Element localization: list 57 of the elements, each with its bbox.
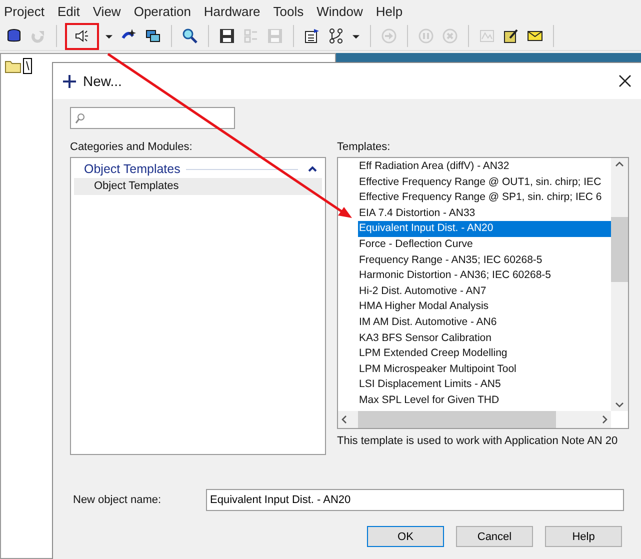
menu-item[interactable]: Operation	[134, 4, 197, 18]
object-name-label: New object name:	[73, 494, 162, 506]
template-item[interactable]: Force - Deflection Curve	[358, 236, 611, 253]
template-item[interactable]: IM AM Dist. Automotive - AN6	[358, 314, 611, 331]
template-item[interactable]: Hi-2 Dist. Automotive - AN7	[358, 284, 611, 300]
menu-item[interactable]: Hardware	[204, 4, 266, 18]
scroll-up-icon[interactable]	[615, 161, 624, 167]
template-item[interactable]: Eff Radiation Area (diffV) - AN32	[358, 159, 611, 175]
collapse-caret-icon[interactable]	[308, 166, 317, 172]
template-item[interactable]: Frequency Range - AN35; IEC 60268-5	[358, 252, 611, 268]
folder-icon	[5, 60, 21, 72]
object-name-field[interactable]: Equivalent Input Dist. - AN20	[206, 489, 624, 511]
dialog-button[interactable]: OK	[367, 526, 444, 547]
dialog-button[interactable]: Help	[545, 526, 622, 547]
menu-item[interactable]: Tools	[273, 4, 310, 18]
scroll-down-icon[interactable]	[615, 402, 624, 408]
search-icon[interactable]	[182, 28, 198, 44]
speaker-icon[interactable]	[74, 28, 90, 44]
database-icon[interactable]	[6, 28, 22, 44]
dialog-button[interactable]: Cancel	[456, 526, 533, 547]
scroll-left-icon[interactable]	[341, 415, 347, 424]
template-item[interactable]: KA3 BFS Sensor Calibration	[358, 330, 611, 346]
template-item[interactable]: Harmonic Distortion - AN36; IEC 60268-5	[358, 268, 611, 284]
group-header[interactable]: Object Templates	[84, 162, 180, 176]
scroll-right-icon[interactable]	[602, 415, 608, 424]
template-item[interactable]: EIA 7.4 Distortion - AN33	[358, 206, 611, 222]
menu-item[interactable]: Edit	[57, 4, 86, 18]
close-icon[interactable]	[619, 75, 631, 87]
save-icon[interactable]	[219, 28, 235, 44]
template-description: This template is used to work with Application Note AN 20	[337, 435, 619, 447]
menu-item[interactable]: View	[92, 4, 127, 18]
template-item[interactable]: Max SPL Level for Given THD	[358, 392, 611, 408]
monitors-icon[interactable]	[145, 28, 161, 44]
search-field[interactable]	[70, 107, 235, 129]
template-item[interactable]: HMA Higher Modal Analysis	[358, 299, 611, 315]
branch-icon[interactable]	[328, 28, 344, 44]
dialog-title: New...	[83, 73, 123, 89]
templates-label: Templates:	[337, 140, 392, 155]
template-item[interactable]: Equivalent Input Dist. - AN20	[358, 221, 611, 237]
vertical-scrollbar[interactable]	[611, 158, 628, 411]
template-item[interactable]: LPM Microspeaker Multipoint Tool	[358, 362, 611, 378]
search-icon	[75, 112, 85, 124]
template-item[interactable]: Effective Frequency Range @ SP1, sin. chirp; IEC 6	[358, 190, 611, 206]
properties-icon[interactable]	[304, 28, 320, 44]
plus-icon	[63, 74, 76, 88]
mail-icon[interactable]	[527, 28, 543, 44]
category-item[interactable]: Object Templates	[74, 178, 322, 195]
template-item[interactable]: Effective Frequency Range @ OUT1, sin. chirp; IEC	[358, 174, 611, 190]
template-item[interactable]: LSI Displacement Limits - AN5	[358, 377, 611, 393]
menu-item[interactable]: Help	[376, 4, 409, 18]
notepad-icon[interactable]	[503, 28, 519, 44]
tree-item[interactable]: \	[23, 58, 32, 74]
template-item[interactable]: LPM Extended Creep Modelling	[358, 346, 611, 362]
horizontal-scrollbar[interactable]	[338, 411, 611, 428]
menu-item[interactable]: Window	[316, 4, 369, 18]
categories-label: Categories and Modules:	[70, 140, 194, 155]
menu-item[interactable]: Project	[4, 4, 50, 18]
